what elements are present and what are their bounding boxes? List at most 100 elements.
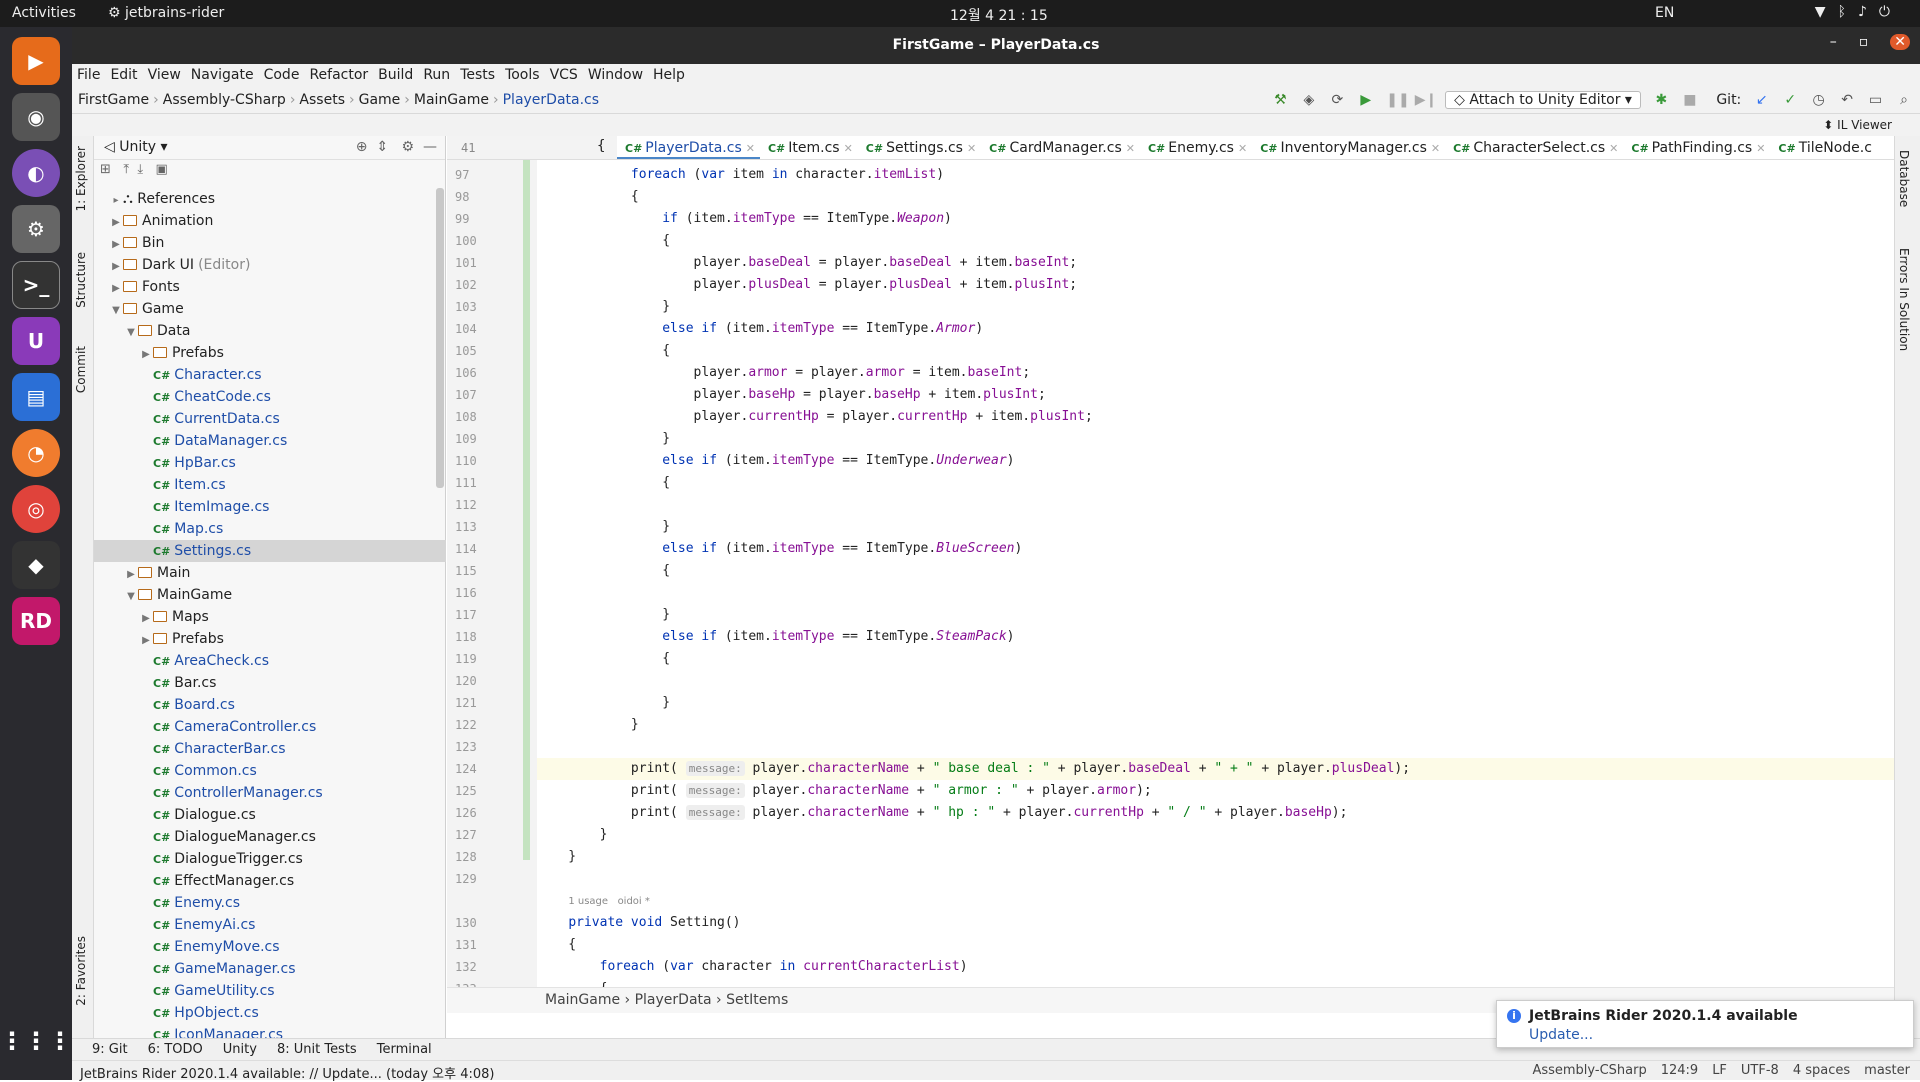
tree-item[interactable]: C# DataManager.cs <box>94 430 446 452</box>
gear-icon[interactable]: ⚙ <box>402 139 415 155</box>
tree-item[interactable]: C# AreaCheck.cs <box>94 650 446 672</box>
expand-icon[interactable]: ⤒ <box>123 162 129 177</box>
tool-tab-commit[interactable]: Commit <box>74 346 88 393</box>
tree-item[interactable]: ▼ Data <box>94 320 446 342</box>
locate-icon[interactable]: ⊕ <box>356 139 368 155</box>
breadcrumb-item[interactable]: Game <box>359 92 401 108</box>
bottom-tab[interactable]: 9: Git <box>92 1042 128 1057</box>
tree-expand-icon[interactable]: ▸ <box>109 190 123 212</box>
tree-item[interactable]: C# Dialogue.cs <box>94 804 446 826</box>
tool-tab-database[interactable]: Database <box>1897 150 1911 207</box>
media-player-icon[interactable]: ▶ <box>12 37 60 85</box>
menu-item-tools[interactable]: Tools <box>500 64 545 83</box>
tree-item[interactable]: C# CharacterBar.cs <box>94 738 446 760</box>
status-widget[interactable]: Assembly-CSharp <box>1532 1063 1646 1078</box>
rollback-icon[interactable]: ↶ <box>1839 92 1855 108</box>
project-scrollbar[interactable] <box>436 188 444 488</box>
menu-item-run[interactable]: Run <box>418 64 455 83</box>
step-icon[interactable]: ▶❙ <box>1415 92 1438 108</box>
refresh-icon[interactable]: ⟳ <box>1329 92 1345 108</box>
tree-item[interactable]: ▼ MainGame <box>94 584 446 606</box>
breadcrumb-item[interactable]: MainGame <box>414 92 489 108</box>
settings-app-icon[interactable]: ◐ <box>12 149 60 197</box>
status-widget[interactable]: 124:9 <box>1661 1063 1698 1078</box>
tree-item[interactable]: C# Board.cs <box>94 694 446 716</box>
tree-item[interactable]: ▶ Main <box>94 562 446 584</box>
stop-icon[interactable]: ■ <box>1682 92 1698 108</box>
tree-item[interactable]: C# ItemImage.cs <box>94 496 446 518</box>
editor-tab[interactable]: C# CardManager.cs ✕ <box>981 136 1140 159</box>
tree-item[interactable]: C# GameUtility.cs <box>94 980 446 1002</box>
menu-item-vcs[interactable]: VCS <box>545 64 583 83</box>
tree-item[interactable]: C# CameraController.cs <box>94 716 446 738</box>
tree-item[interactable]: ▶ Bin <box>94 232 446 254</box>
tree-expand-icon[interactable]: ▶ <box>139 608 153 630</box>
editor-tab[interactable]: C# Item.cs ✕ <box>760 136 858 159</box>
tree-item[interactable]: C# EnemyMove.cs <box>94 936 446 958</box>
run-icon[interactable]: ▶ <box>1358 92 1374 108</box>
chrome-icon[interactable]: ◎ <box>12 485 60 533</box>
search-icon[interactable]: ⌕ <box>1896 92 1912 108</box>
menu-item-help[interactable]: Help <box>648 64 690 83</box>
tree-expand-icon[interactable]: ▼ <box>124 322 138 344</box>
tool-tab-errors[interactable]: Errors In Solution <box>1897 248 1911 351</box>
breadcrumb-item[interactable]: FirstGame <box>78 92 149 108</box>
view-select[interactable]: ◁ Unity ▾ <box>104 139 168 155</box>
tool-tab-structure[interactable]: Structure <box>74 252 88 308</box>
pause-icon[interactable]: ❚❚ <box>1386 92 1409 108</box>
breadcrumb-item[interactable]: Assets <box>299 92 345 108</box>
rider-icon[interactable]: RD <box>12 597 60 645</box>
tree-item[interactable]: C# HpObject.cs <box>94 1002 446 1024</box>
firefox-icon[interactable]: ◔ <box>12 429 60 477</box>
tree-item[interactable]: C# CurrentData.cs <box>94 408 446 430</box>
editor-tab[interactable]: C# PathFinding.cs ✕ <box>1623 136 1770 159</box>
close-tab-icon[interactable]: ✕ <box>967 142 976 155</box>
menu-item-code[interactable]: Code <box>259 64 305 83</box>
run-configuration-select[interactable]: ◇ Attach to Unity Editor ▾ <box>1445 91 1641 109</box>
breadcrumb-item[interactable]: Assembly-CSharp <box>163 92 286 108</box>
editor-tab[interactable]: C# InventoryManager.cs ✕ <box>1252 136 1445 159</box>
status-widget[interactable]: 4 spaces <box>1793 1063 1850 1078</box>
tree-item[interactable]: ▶ Fonts <box>94 276 446 298</box>
editor-tab[interactable]: C# Settings.cs ✕ <box>858 136 981 159</box>
code-breadcrumb-path[interactable]: MainGame › PlayerData › SetItems <box>545 992 788 1008</box>
tree-item[interactable]: C# CheatCode.cs <box>94 386 446 408</box>
screenshot-icon[interactable]: ◉ <box>12 93 60 141</box>
editor-tab[interactable]: C# Enemy.cs ✕ <box>1140 136 1252 159</box>
update-link[interactable]: Update... <box>1529 1027 1593 1043</box>
close-tab-icon[interactable]: ✕ <box>1126 142 1135 155</box>
git-update-icon[interactable]: ↙ <box>1754 92 1770 108</box>
tree-item[interactable]: C# DialogueManager.cs <box>94 826 446 848</box>
status-message[interactable]: JetBrains Rider 2020.1.4 available: // U… <box>80 1063 495 1082</box>
tree-item[interactable]: ▶ Prefabs <box>94 342 446 364</box>
status-widget[interactable]: UTF-8 <box>1741 1063 1779 1078</box>
tree-item[interactable]: ▼ Game <box>94 298 446 320</box>
tree-item[interactable]: ▶ Maps <box>94 606 446 628</box>
code-area[interactable]: foreach (var item in character.itemList)… <box>537 160 1894 987</box>
bottom-tab[interactable]: 8: Unit Tests <box>277 1042 357 1057</box>
build-icon[interactable]: ⚒ <box>1272 92 1288 108</box>
tree-expand-icon[interactable]: ▶ <box>139 630 153 652</box>
status-widget[interactable]: LF <box>1712 1063 1727 1078</box>
close-tab-icon[interactable]: ✕ <box>844 142 853 155</box>
tool-tab-explorer[interactable]: 1: Explorer <box>74 146 88 211</box>
tree-item[interactable]: C# GameManager.cs <box>94 958 446 980</box>
gear-icon[interactable]: ⚙ <box>12 205 60 253</box>
tree-expand-icon[interactable]: ▼ <box>109 300 123 322</box>
tree-item[interactable]: C# Common.cs <box>94 760 446 782</box>
maximize-icon[interactable]: ▫ <box>1859 34 1891 50</box>
tree-item[interactable]: ▶ Dark UI (Editor) <box>94 254 446 276</box>
menu-item-view[interactable]: View <box>143 64 186 83</box>
terminal-icon[interactable]: >_ <box>12 261 60 309</box>
clock[interactable]: 12월 4 21 : 15 <box>950 5 1048 25</box>
git-commit-icon[interactable]: ✓ <box>1782 92 1798 108</box>
tree-item[interactable]: C# Bar.cs <box>94 672 446 694</box>
app-grid-icon[interactable]: ⋮⋮⋮ <box>0 1017 72 1065</box>
breadcrumb-item[interactable]: PlayerData.cs <box>503 92 599 108</box>
tree-expand-icon[interactable]: ▼ <box>124 586 138 608</box>
tree-item[interactable]: C# DialogueTrigger.cs <box>94 848 446 870</box>
close-tab-icon[interactable]: ✕ <box>746 142 755 155</box>
add-icon[interactable]: ⊞ <box>100 162 111 177</box>
bottom-tab[interactable]: Unity <box>223 1042 257 1057</box>
menu-item-file[interactable]: File <box>72 64 105 83</box>
